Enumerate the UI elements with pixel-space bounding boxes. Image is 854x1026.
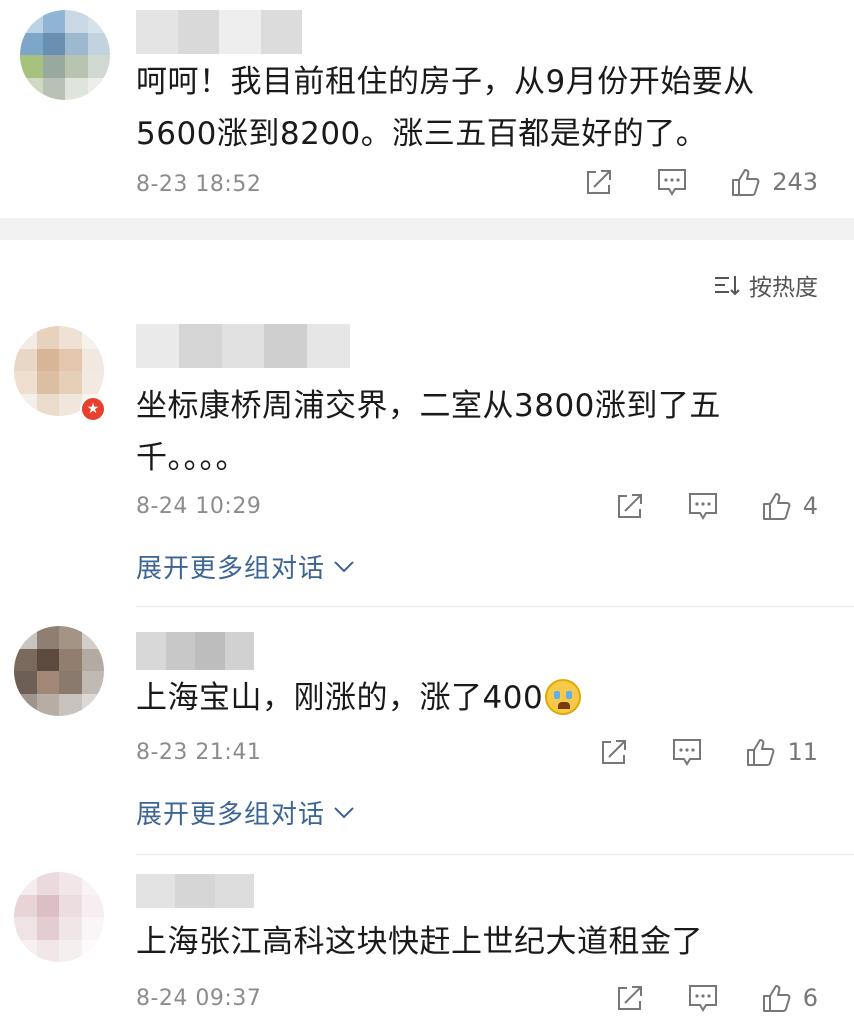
comment-divider bbox=[136, 854, 854, 855]
comment-time: 8-24 10:29 bbox=[136, 494, 262, 519]
comment-actions: 4 bbox=[615, 490, 818, 522]
share-icon bbox=[617, 494, 642, 518]
comment-icon bbox=[688, 985, 717, 1012]
like-count: 243 bbox=[772, 168, 818, 196]
comment-icon bbox=[673, 739, 702, 766]
avatar[interactable] bbox=[14, 626, 104, 716]
crying-emoji-icon bbox=[545, 678, 582, 715]
chevron-down-icon bbox=[334, 806, 354, 818]
comment-time: 8-23 21:41 bbox=[136, 740, 262, 765]
vip-badge-icon: ★ bbox=[80, 396, 106, 422]
reply-button[interactable] bbox=[656, 167, 688, 197]
comment-text: 上海宝山，刚涨的，涨了400 bbox=[136, 672, 816, 724]
thumbs-up-icon bbox=[747, 739, 775, 766]
comment-item: 上海宝山，刚涨的，涨了400 8-23 21:41 11 展开更多组对话 bbox=[0, 622, 854, 858]
comment-actions: 6 bbox=[615, 982, 818, 1014]
username-blurred[interactable] bbox=[136, 10, 302, 54]
comment-actions: 11 bbox=[599, 736, 818, 768]
thumbs-up-icon bbox=[762, 985, 791, 1012]
username-blurred[interactable] bbox=[136, 874, 254, 908]
like-button[interactable]: 6 bbox=[761, 982, 818, 1014]
comment-icon bbox=[688, 493, 717, 520]
sort-label: 按热度 bbox=[749, 275, 818, 301]
reply-button[interactable] bbox=[687, 983, 719, 1013]
comment-actions: 243 bbox=[584, 166, 818, 198]
reply-button[interactable] bbox=[687, 491, 719, 521]
share-button[interactable] bbox=[615, 983, 645, 1013]
comment-text: 呵呵！我目前租住的房子，从9月份开始要从 5600涨到8200。涨三五百都是好的… bbox=[136, 64, 755, 152]
comment-item: 上海张江高科这块快赶上世纪大道租金了 8-24 09:37 6 bbox=[0, 866, 854, 1026]
comment-text: 上海张江高科这块快赶上世纪大道租金了 bbox=[136, 924, 703, 960]
sort-icon bbox=[715, 276, 740, 296]
share-button[interactable] bbox=[584, 167, 614, 197]
like-count: 6 bbox=[802, 984, 818, 1012]
share-icon bbox=[602, 740, 627, 764]
avatar[interactable] bbox=[14, 872, 104, 962]
like-count: 11 bbox=[787, 738, 818, 766]
share-icon bbox=[617, 986, 642, 1010]
username-blurred[interactable] bbox=[136, 324, 350, 368]
avatar[interactable] bbox=[20, 10, 110, 100]
comment-item: 呵呵！我目前租住的房子，从9月份开始要从 5600涨到8200。涨三五百都是好的… bbox=[0, 0, 854, 218]
expand-conversation-link[interactable]: 展开更多组对话 bbox=[136, 548, 355, 585]
reply-button[interactable] bbox=[671, 737, 703, 767]
comment-time: 8-23 18:52 bbox=[136, 172, 262, 197]
share-button[interactable] bbox=[599, 737, 629, 767]
chevron-down-icon bbox=[334, 560, 354, 572]
thumbs-up-icon bbox=[732, 169, 760, 196]
comment-time: 8-24 09:37 bbox=[136, 986, 262, 1011]
sort-toggle[interactable]: 按热度 bbox=[713, 268, 818, 302]
comment-text: 坐标康桥周浦交界，二室从3800涨到了五 千。。。。 bbox=[136, 388, 721, 476]
comment-icon bbox=[658, 169, 687, 196]
expand-conversation-link[interactable]: 展开更多组对话 bbox=[136, 794, 355, 831]
username-blurred[interactable] bbox=[136, 632, 254, 670]
like-button[interactable]: 243 bbox=[730, 166, 818, 198]
share-icon bbox=[587, 170, 612, 194]
comment-divider bbox=[136, 606, 854, 607]
thumbs-up-icon bbox=[762, 493, 791, 520]
like-button[interactable]: 4 bbox=[761, 490, 818, 522]
section-divider bbox=[0, 218, 854, 240]
share-button[interactable] bbox=[615, 491, 645, 521]
like-count: 4 bbox=[802, 492, 818, 520]
like-button[interactable]: 11 bbox=[745, 736, 818, 768]
comment-item: ★ 坐标康桥周浦交界，二室从3800涨到了五 千。。。。 8-24 10:29 … bbox=[0, 320, 854, 610]
